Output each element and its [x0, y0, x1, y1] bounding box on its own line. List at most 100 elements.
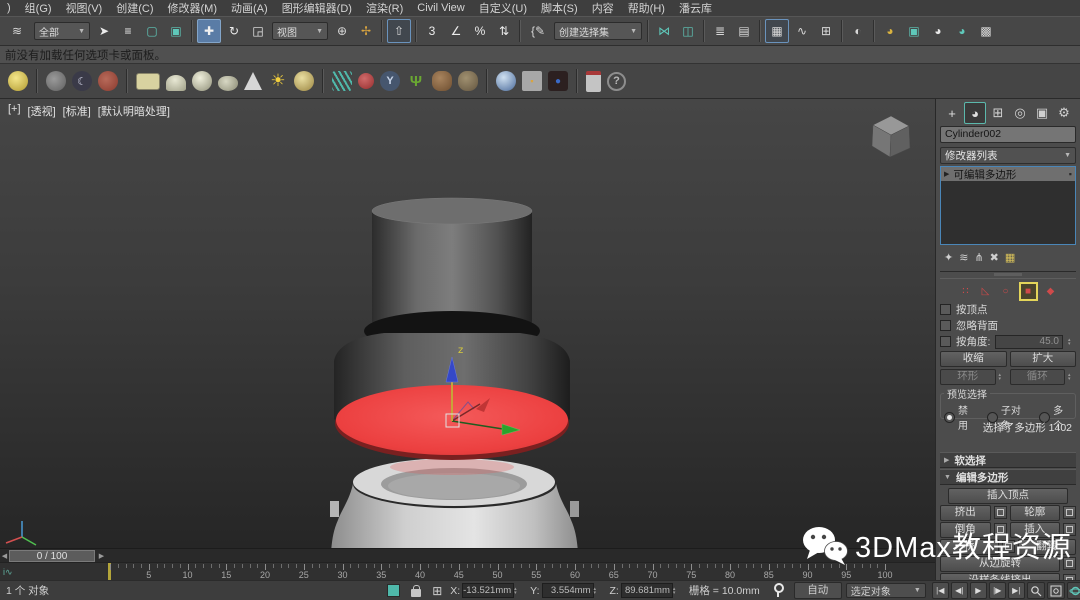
rect-selection-region-icon[interactable]: ▢	[141, 20, 163, 42]
orbit-icon[interactable]	[1067, 582, 1080, 599]
rollout-edit-polygons[interactable]: ▼ 编辑多边形	[940, 469, 1076, 485]
stack-item-editable-poly[interactable]: ▶ 可编辑多边形 ▪	[941, 167, 1075, 181]
dome-primitive-icon[interactable]	[166, 75, 186, 91]
locked-image-icon[interactable]: ▪	[522, 71, 542, 91]
sphere-primitive-icon[interactable]	[192, 71, 212, 91]
play-button[interactable]: ▶	[970, 582, 987, 599]
bind-space-warp-icon[interactable]: ≋	[3, 20, 31, 42]
modifier-list-dropdown[interactable]: 修改器列表 ▼	[940, 147, 1076, 164]
panel-splitter[interactable]	[940, 271, 1076, 279]
snap-toggle-icon[interactable]: 3	[421, 20, 443, 42]
edge-subobject-icon[interactable]: ◺	[979, 284, 993, 298]
time-slider-handle[interactable]: 0 / 100	[9, 550, 95, 562]
layer-explorer-icon[interactable]: ▤	[733, 20, 755, 42]
spinner-icon[interactable]: ▴▾	[673, 587, 681, 595]
projector-icon[interactable]	[98, 71, 118, 91]
tab-display[interactable]: ▣	[1032, 103, 1052, 123]
rain-particles-icon[interactable]	[332, 71, 352, 91]
go-end-button[interactable]: ▶|	[1008, 582, 1025, 599]
mini-curve-editor-icon[interactable]: i∿	[3, 567, 13, 578]
key-filter-dropdown[interactable]: 选定对象 ▼	[846, 583, 926, 598]
outline-settings-icon[interactable]	[1063, 506, 1076, 519]
border-subobject-icon[interactable]: ○	[999, 284, 1013, 298]
selection-filter-dropdown[interactable]: 全部▼	[34, 22, 90, 40]
menu-item[interactable]: 视图(V)	[59, 0, 110, 16]
tab-modify[interactable]: ◕	[964, 102, 986, 124]
spinner-icon[interactable]: ▴▾	[594, 587, 602, 595]
menu-item[interactable]: 动画(A)	[224, 0, 275, 16]
configure-modifier-sets-icon[interactable]: ▦	[1005, 251, 1015, 264]
select-rotate-icon[interactable]: ↻	[223, 20, 245, 42]
blue-sphere-icon[interactable]	[496, 71, 516, 91]
outline-button[interactable]: 轮廓	[1010, 505, 1061, 521]
go-start-button[interactable]: |◀	[932, 582, 949, 599]
viewport-menu-shading[interactable]: [默认明暗处理]	[98, 103, 170, 119]
clipboard-icon[interactable]	[586, 71, 601, 92]
render-setup-icon[interactable]: ◕	[879, 20, 901, 42]
tab-hierarchy[interactable]: ⊞	[988, 103, 1008, 123]
extrude-button[interactable]: 挤出	[940, 505, 991, 521]
track-bar[interactable]: i∿ 5101520253035404550556065707580859095…	[0, 562, 935, 581]
grow-button[interactable]: 扩大	[1010, 351, 1077, 367]
render-flyout-icon[interactable]: ▩	[975, 20, 997, 42]
bones-icon[interactable]: Y	[380, 71, 400, 91]
menu-item[interactable]: 脚本(S)	[534, 0, 585, 16]
object-name-field[interactable]: Cylinder002	[940, 126, 1076, 143]
menu-item[interactable]: 潘云库	[672, 0, 719, 16]
teapot-primitive-icon[interactable]	[218, 76, 238, 91]
select-manipulate-icon[interactable]: ✢	[355, 20, 377, 42]
by-vertex-checkbox[interactable]: 按顶点	[940, 303, 1076, 316]
help-icon[interactable]: ?	[607, 72, 626, 91]
by-angle-checkbox[interactable]: 按角度: 45.0 ▴▾	[940, 335, 1076, 348]
menu-item[interactable]: 内容	[585, 0, 621, 16]
ignore-backfacing-checkbox[interactable]: 忽略背面	[940, 319, 1076, 332]
spinner-icon[interactable]: ▴▾	[514, 587, 522, 595]
expand-arrow-icon[interactable]: ▶	[944, 170, 949, 178]
viewport-menu-general[interactable]: [+]	[8, 103, 21, 119]
ring-button[interactable]: 环形	[940, 369, 996, 385]
sky-sphere-icon[interactable]	[294, 71, 314, 91]
insert-vertex-button[interactable]: 插入顶点	[948, 488, 1068, 504]
window-crossing-icon[interactable]: ▣	[165, 20, 187, 42]
remove-modifier-icon[interactable]: ✖	[990, 251, 999, 264]
keyboard-override-icon[interactable]: ⇧	[387, 19, 411, 43]
use-pivot-center-icon[interactable]: ⊕	[331, 20, 353, 42]
rendered-frame-icon[interactable]: ▣	[903, 20, 925, 42]
prev-frame-button[interactable]: ◀|	[951, 582, 968, 599]
align-icon[interactable]: ◫	[677, 20, 699, 42]
prev-frame-nub[interactable]: ◀	[0, 550, 9, 562]
y-coordinate-field[interactable]: 3.554mm	[542, 583, 594, 598]
target-camera-icon[interactable]	[46, 71, 66, 91]
isolate-toggle-icon[interactable]	[387, 584, 400, 597]
spinner-icon[interactable]: ▴▾	[1068, 338, 1076, 346]
z-coordinate-field[interactable]: 89.681mm	[621, 583, 673, 598]
select-scale-icon[interactable]: ◲	[247, 20, 269, 42]
make-unique-icon[interactable]: ⋔	[974, 251, 983, 264]
select-by-name-icon[interactable]: ≡	[117, 20, 139, 42]
menu-item[interactable]: 渲染(R)	[359, 0, 410, 16]
tab-motion[interactable]: ◎	[1010, 103, 1030, 123]
loop-button[interactable]: 循环	[1010, 369, 1066, 385]
ribbon-toggle-icon[interactable]: ▦	[765, 19, 789, 43]
plane-primitive-icon[interactable]	[136, 73, 160, 90]
render-production-icon[interactable]: ◕	[927, 20, 949, 42]
named-sets-dropdown[interactable]: 创建选择集▼	[554, 22, 642, 40]
viewport-menu-pov[interactable]: [透视]	[28, 103, 56, 119]
ref-coord-dropdown[interactable]: 视图▼	[272, 22, 328, 40]
sun-light-icon[interactable]: ☀	[268, 71, 288, 91]
menu-item[interactable]: 组(G)	[18, 0, 59, 16]
polygon-subobject-icon[interactable]: ■	[1019, 282, 1038, 301]
pin-stack-icon[interactable]: ✦	[944, 251, 953, 264]
cone-primitive-icon[interactable]	[244, 72, 262, 90]
set-key-icon[interactable]	[774, 583, 784, 593]
rock-icon[interactable]	[458, 71, 478, 91]
spinner-snap-icon[interactable]: ⇅	[493, 20, 515, 42]
zoom-extents-icon[interactable]	[1047, 582, 1065, 599]
viewport-menu-standard[interactable]: [标准]	[63, 103, 91, 119]
menu-item[interactable]: 修改器(M)	[161, 0, 225, 16]
angle-value-field[interactable]: 45.0	[995, 335, 1063, 349]
tab-create[interactable]: +	[942, 103, 962, 123]
mirror-icon[interactable]: ⋈	[653, 20, 675, 42]
moon-light-icon[interactable]: ☾	[72, 71, 92, 91]
vertex-subobject-icon[interactable]: ∷	[959, 284, 973, 298]
